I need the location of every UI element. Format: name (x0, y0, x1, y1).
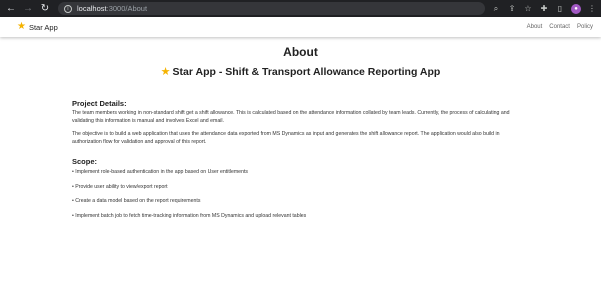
star-icon: ★ (17, 21, 26, 32)
list-item: • Implement batch job to fetch time-trac… (72, 212, 307, 219)
brand-name: Star App (28, 22, 58, 32)
menu-kebab-icon[interactable]: ⋮ (587, 4, 597, 14)
scope-list: • Implement role-based authentication in… (72, 168, 529, 220)
search-icon[interactable]: ⌕ (491, 4, 501, 14)
list-item: • Create a data model based on the repor… (72, 198, 201, 204)
project-paragraph: The team members working in non-standard… (72, 110, 510, 124)
nav-link-contact[interactable]: Contact (549, 24, 570, 30)
list-item: • Provide user ability to view/export re… (72, 183, 168, 190)
nav-link-about[interactable]: About (527, 24, 543, 30)
project-details-heading: Project Details: (72, 99, 127, 108)
list-item: • Implement role-based authentication in… (72, 169, 248, 175)
star-icon: ★ (160, 65, 171, 78)
forward-arrow-icon[interactable]: → (21, 2, 35, 16)
url-host: localhost (77, 4, 107, 13)
info-icon[interactable]: i (64, 4, 72, 13)
app-navbar: ★ Star App About Contact Policy (0, 17, 601, 37)
main-content: About ★ Star App - Shift & Transport All… (0, 45, 601, 220)
browser-toolbar: ← → ↻ i localhost:3000/About ⌕ ⇪ ☆ ✚ ▯ ●… (0, 0, 601, 17)
app-title: ★ Star App - Shift & Transport Allowance… (72, 66, 529, 78)
bookmark-star-icon[interactable]: ☆ (523, 4, 533, 14)
back-arrow-icon[interactable]: ← (4, 2, 18, 16)
nav-link-policy[interactable]: Policy (577, 24, 593, 30)
share-icon[interactable]: ⇪ (507, 4, 517, 14)
extensions-puzzle-icon[interactable]: ✚ (539, 4, 549, 14)
sidebar-icon[interactable]: ▯ (555, 4, 565, 14)
address-bar[interactable]: i localhost:3000/About (58, 2, 485, 15)
url-path: :3000/About (106, 4, 148, 13)
brand-link[interactable]: ★ Star App (17, 22, 58, 32)
app-title-text: Star App - Shift & Transport Allowance R… (172, 66, 441, 78)
profile-avatar[interactable]: ● (571, 3, 581, 14)
scope-heading: Scope: (72, 157, 98, 166)
project-paragraph: The objective is to build a web applicat… (72, 131, 500, 145)
reload-icon[interactable]: ↻ (38, 2, 52, 16)
page-title: About (283, 45, 318, 59)
